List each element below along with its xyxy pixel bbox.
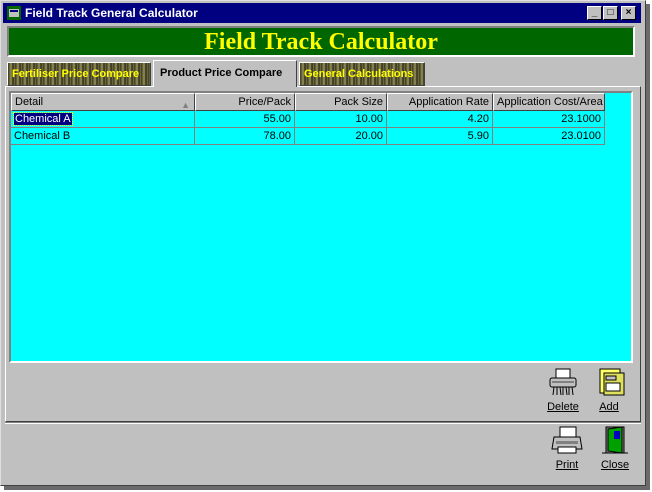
cell-application-cost[interactable]: 23.0100 bbox=[493, 128, 605, 145]
title-bar[interactable]: Field Track General Calculator _ □ × bbox=[3, 3, 641, 23]
cell-price-pack[interactable]: 55.00 bbox=[195, 111, 295, 128]
cell-detail[interactable]: Chemical A bbox=[11, 111, 195, 128]
tab-fertiliser-price-compare[interactable]: Fertiliser Price Compare bbox=[7, 62, 151, 86]
cell-pack-size[interactable]: 10.00 bbox=[295, 111, 387, 128]
cell-application-cost[interactable]: 23.1000 bbox=[493, 111, 605, 128]
cell-detail[interactable]: Chemical B bbox=[11, 128, 195, 145]
add-doc-icon bbox=[599, 368, 625, 396]
cell-application-rate[interactable]: 5.90 bbox=[387, 128, 493, 145]
app-icon bbox=[7, 6, 21, 20]
maximize-icon[interactable]: □ bbox=[603, 6, 618, 20]
close-label: Close bbox=[600, 459, 630, 471]
tab-label: Product Price Compare bbox=[160, 67, 283, 79]
printer-icon bbox=[551, 426, 583, 454]
exit-door-icon bbox=[602, 426, 628, 454]
calculator-window: Field Track General Calculator _ □ × Fie… bbox=[0, 0, 646, 486]
column-header-price-pack[interactable]: Price/Pack bbox=[195, 93, 295, 111]
cell-price-pack[interactable]: 78.00 bbox=[195, 128, 295, 145]
print-label: Print bbox=[555, 459, 579, 471]
column-header-application-rate[interactable]: Application Rate bbox=[387, 93, 493, 111]
header-banner: Field Track Calculator bbox=[7, 26, 635, 57]
column-header-application-cost[interactable]: Application Cost/Area bbox=[493, 93, 605, 111]
column-header-pack-size[interactable]: Pack Size bbox=[295, 93, 387, 111]
tab-general-calculations[interactable]: General Calculations bbox=[299, 62, 425, 86]
delete-button[interactable]: Delete bbox=[543, 367, 583, 419]
print-button[interactable]: Print bbox=[547, 425, 587, 477]
price-compare-grid[interactable]: Detail ▲ Price/Pack Pack Size Applicatio… bbox=[9, 91, 633, 363]
close-button[interactable]: Close bbox=[595, 425, 635, 477]
column-header-detail[interactable]: Detail ▲ bbox=[11, 93, 195, 111]
add-button[interactable]: Add bbox=[589, 367, 629, 419]
selected-cell-text: Chemical A bbox=[13, 112, 73, 126]
tab-product-price-compare[interactable]: Product Price Compare bbox=[153, 60, 297, 87]
banner-title: Field Track Calculator bbox=[204, 29, 438, 55]
separator bbox=[5, 422, 641, 424]
window-title: Field Track General Calculator bbox=[25, 6, 198, 20]
tab-label: General Calculations bbox=[304, 68, 414, 80]
add-label: Add bbox=[599, 401, 619, 413]
tab-label: Fertiliser Price Compare bbox=[12, 68, 140, 80]
minimize-icon[interactable]: _ bbox=[587, 6, 602, 20]
delete-label: Delete bbox=[547, 401, 579, 413]
cell-application-rate[interactable]: 4.20 bbox=[387, 111, 493, 128]
shredder-icon bbox=[549, 368, 577, 396]
cell-pack-size[interactable]: 20.00 bbox=[295, 128, 387, 145]
close-window-icon[interactable]: × bbox=[621, 6, 636, 20]
